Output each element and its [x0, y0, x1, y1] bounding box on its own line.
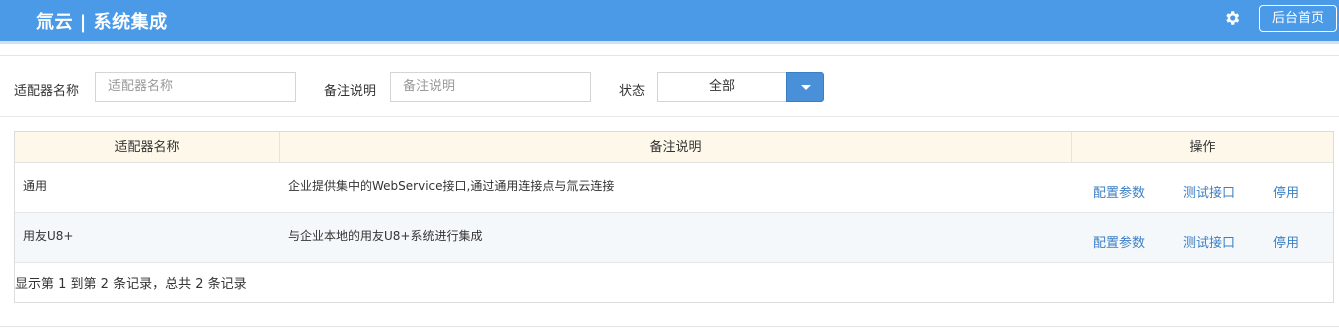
top-navigation-bar: 氚云 | 系统集成 后台首页 — [0, 0, 1339, 44]
status-label: 状态 — [619, 84, 646, 99]
status-select[interactable]: 全部 — [657, 72, 787, 102]
configure-params-link[interactable]: 配置参数 — [1093, 182, 1145, 201]
adapter-name-input[interactable]: 适配器名称 — [95, 72, 296, 102]
remark-input[interactable]: 备注说明 — [390, 72, 591, 102]
table-header: 适配器名称 备注说明 操作 — [15, 132, 1333, 163]
pagination-summary: 显示第 1 到第 2 条记录，总共 2 条记录 — [15, 277, 247, 292]
disable-link[interactable]: 停用 — [1273, 182, 1299, 201]
backend-home-button[interactable]: 后台首页 — [1259, 5, 1337, 32]
caret-down-icon — [801, 85, 811, 90]
gear-icon[interactable] — [1223, 9, 1241, 27]
adapter-name-cell: 用友U8+ — [23, 229, 74, 243]
column-header-actions: 操作 — [1189, 140, 1216, 155]
filter-divider — [0, 116, 1339, 117]
configure-params-link[interactable]: 配置参数 — [1093, 232, 1145, 251]
remark-cell: 与企业本地的用友U8+系统进行集成 — [288, 229, 483, 243]
test-interface-link[interactable]: 测试接口 — [1183, 182, 1235, 201]
status-dropdown-button[interactable] — [786, 72, 824, 102]
column-header-remark: 备注说明 — [280, 132, 1072, 163]
remark-label: 备注说明 — [324, 84, 377, 99]
disable-link[interactable]: 停用 — [1273, 232, 1299, 251]
adapter-name-cell: 通用 — [23, 179, 48, 193]
table-row: 通用 企业提供集中的WebService接口,通过通用连接点与氚云连接 配置参数… — [15, 163, 1333, 213]
column-header-adapter-name: 适配器名称 — [15, 132, 280, 163]
table-row: 用友U8+ 与企业本地的用友U8+系统进行集成 配置参数 测试接口 停用 — [15, 213, 1333, 263]
remark-cell: 企业提供集中的WebService接口,通过通用连接点与氚云连接 — [288, 179, 615, 193]
app-title: 氚云 | 系统集成 — [36, 12, 168, 33]
footer-divider — [0, 326, 1339, 327]
adapter-table-panel: 适配器名称 备注说明 操作 通用 企业提供集中的WebService接口,通过通… — [14, 131, 1334, 303]
adapter-name-label: 适配器名称 — [14, 84, 80, 99]
test-interface-link[interactable]: 测试接口 — [1183, 232, 1235, 251]
header-divider — [0, 55, 1339, 56]
